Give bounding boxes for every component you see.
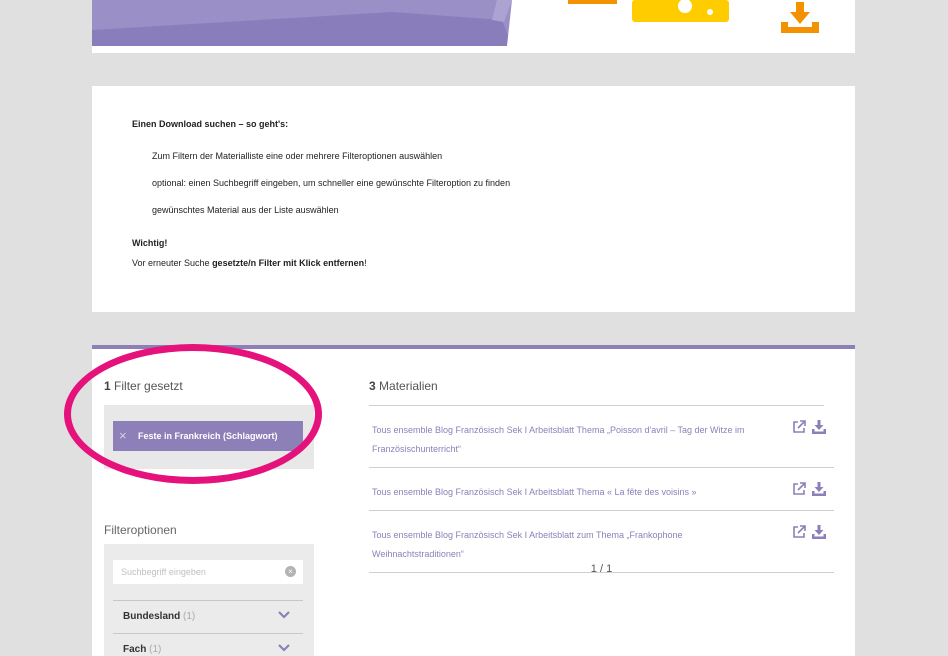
banner-graphic — [92, 0, 819, 46]
filter-option-bundesland[interactable]: Bundesland (1) — [113, 600, 303, 633]
download-icon[interactable] — [812, 525, 826, 539]
filter-search-input[interactable] — [113, 560, 303, 584]
instruction-step: Zum Filtern der Materialliste eine oder … — [152, 151, 443, 161]
important-note-prefix: Vor erneuter Suche — [132, 258, 213, 268]
chevron-down-icon[interactable] — [277, 610, 291, 620]
material-link[interactable]: Tous ensemble Blog Französisch Sek I Arb… — [372, 483, 774, 502]
filter-options-title: Filteroptionen — [104, 523, 177, 537]
important-note-suffix: ! — [364, 258, 367, 268]
materials-count: 3 — [369, 379, 376, 393]
pagination: 1 / 1 — [590, 563, 613, 575]
important-label: Wichtig! — [132, 238, 168, 248]
instruction-step: gewünschtes Material aus der Liste auswä… — [152, 205, 339, 215]
filter-option-fach[interactable]: Fach (1) — [113, 633, 303, 656]
external-link-icon[interactable] — [792, 482, 806, 496]
instructions-heading: Einen Download suchen – so geht's: — [132, 119, 289, 129]
instructions-card: Einen Download suchen – so geht's: Zum F… — [92, 86, 855, 312]
remove-filter-icon[interactable]: × — [119, 421, 127, 451]
filter-option-label: Bundesland — [123, 611, 181, 622]
material-item: Tous ensemble Blog Französisch Sek I Arb… — [369, 406, 834, 468]
filter-options-box: × Bundesland (1) Fach (1) — [104, 544, 314, 656]
active-filter-chip[interactable]: × Feste in Frankreich (Schlagwort) — [113, 421, 303, 451]
filters-set-heading: 1 Filter gesetzt — [104, 379, 183, 393]
download-icon[interactable] — [812, 482, 826, 496]
filters-set-count: 1 — [104, 379, 111, 393]
filter-option-count: (1) — [149, 644, 162, 655]
clear-search-icon[interactable]: × — [285, 566, 296, 577]
header-banner — [92, 0, 855, 53]
active-filters-box: × Feste in Frankreich (Schlagwort) — [104, 405, 314, 469]
filter-option-label: Fach — [123, 644, 147, 655]
material-item: Tous ensemble Blog Französisch Sek I Arb… — [369, 468, 834, 511]
external-link-icon[interactable] — [792, 420, 806, 434]
important-note-bold: gesetzte/n Filter mit Klick entfernen — [212, 258, 365, 268]
external-link-icon[interactable] — [792, 525, 806, 539]
filter-option-count: (1) — [183, 611, 196, 622]
banner-download-icon — [781, 2, 819, 33]
filters-set-label: Filter gesetzt — [114, 379, 183, 393]
download-icon[interactable] — [812, 420, 826, 434]
materials-list: Tous ensemble Blog Französisch Sek I Arb… — [369, 406, 834, 573]
materials-label: Materialien — [379, 379, 438, 393]
important-note: Vor erneuter Suche gesetzte/n Filter mit… — [132, 258, 367, 268]
active-filter-label: Feste in Frankreich (Schlagwort) — [138, 431, 278, 441]
filter-panel: 1 Filter gesetzt × Feste in Frankreich (… — [92, 345, 855, 656]
materials-heading: 3 Materialien — [369, 379, 438, 393]
instruction-step: optional: einen Suchbegriff eingeben, um… — [152, 178, 511, 188]
chevron-down-icon[interactable] — [277, 643, 291, 653]
material-link[interactable]: Tous ensemble Blog Französisch Sek I Arb… — [372, 526, 774, 564]
material-link[interactable]: Tous ensemble Blog Französisch Sek I Arb… — [372, 421, 774, 459]
